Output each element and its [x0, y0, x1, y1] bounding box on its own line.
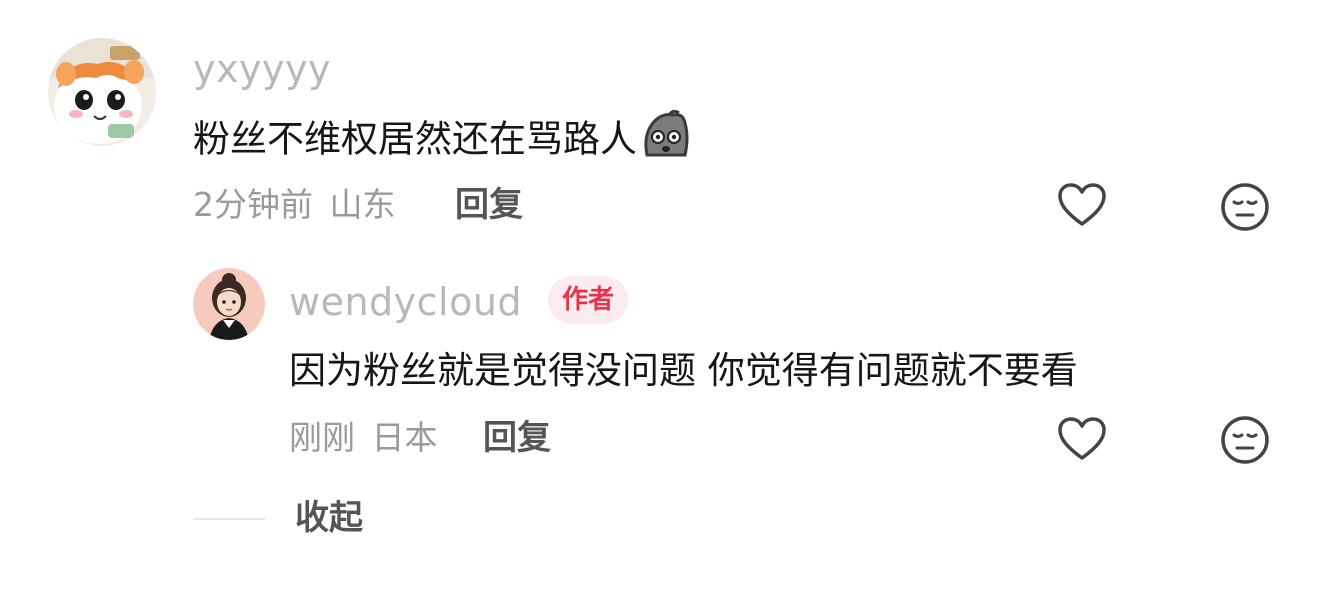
comment-like-button[interactable] — [1057, 182, 1107, 232]
ghost-shocked-emoji-icon — [639, 109, 691, 167]
reply-like-button[interactable] — [1057, 416, 1107, 466]
comment-text-row: 粉丝不维权居然还在骂路人 — [193, 109, 691, 167]
comment-reply-button[interactable]: 回复 — [455, 188, 523, 222]
person-avatar-icon — [193, 268, 265, 340]
reply-location: 日本 — [371, 418, 438, 457]
reply-time: 刚刚 — [289, 418, 355, 457]
comment-text: 粉丝不维权居然还在骂路人 — [193, 117, 637, 161]
reply-reply-button[interactable]: 回复 — [483, 421, 551, 455]
collapse-divider — [193, 518, 265, 520]
collapse-replies-button[interactable]: 收起 — [295, 501, 363, 535]
author-badge: 作者 — [548, 276, 629, 324]
hamster-avatar-icon — [48, 38, 156, 146]
comment-meta: 2分钟前 山东 — [193, 188, 396, 221]
comment-dislike-button[interactable] — [1219, 181, 1271, 237]
heart-icon — [1058, 183, 1106, 226]
comment-time: 2分钟前 — [193, 185, 313, 224]
heart-icon — [1058, 417, 1106, 460]
reply-meta: 刚刚 日本 — [289, 421, 438, 454]
reply-text: 因为粉丝就是觉得没问题 你觉得有问题就不要看 — [289, 349, 1078, 392]
comment-username[interactable]: yxyyyy — [193, 50, 331, 88]
reply-dislike-button[interactable] — [1219, 414, 1271, 470]
reply-username[interactable]: wendycloud — [289, 283, 522, 321]
meh-face-icon — [1221, 416, 1269, 464]
comment-location: 山东 — [329, 185, 396, 224]
avatar-wendycloud[interactable] — [193, 268, 265, 340]
meh-face-icon — [1221, 183, 1269, 231]
comment-thread: yxyyyy 粉丝不维权居然还在骂路人 2分钟前 山东 回复 wendyclou… — [0, 0, 1320, 605]
avatar-yxyyyy[interactable] — [48, 38, 156, 146]
